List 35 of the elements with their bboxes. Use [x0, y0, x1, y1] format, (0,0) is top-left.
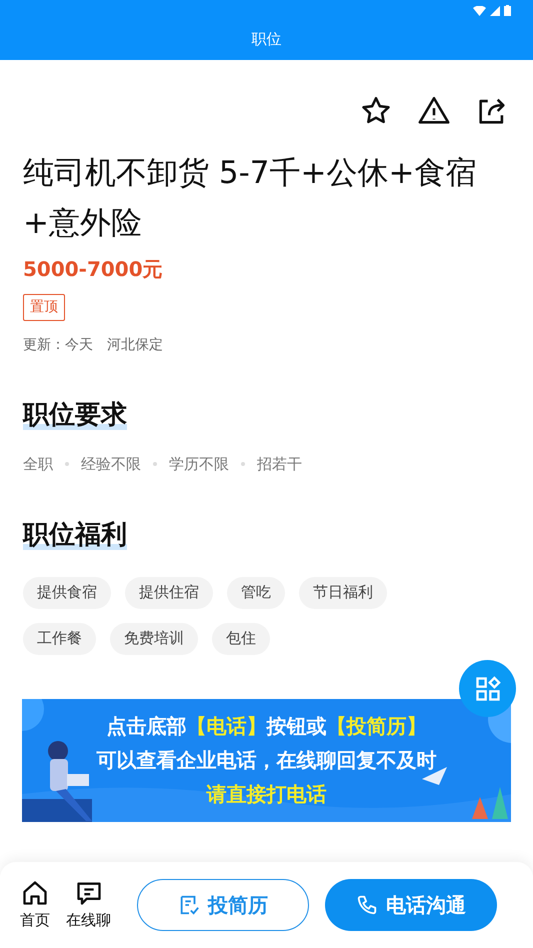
benefit-chip: 工作餐 — [23, 622, 96, 654]
nav-item[interactable]: 在线聊 — [66, 878, 111, 932]
resume-icon — [178, 894, 200, 916]
salary: 5000-7000元 — [23, 256, 164, 283]
banner-text: 点击底部 — [106, 713, 186, 740]
banner-text: 【电话】 — [186, 713, 266, 740]
benefit-chip: 管吃 — [227, 576, 285, 608]
benefit-chip: 免费培训 — [110, 622, 198, 654]
requirement: 经验不限 — [81, 454, 141, 475]
banner-text: 按钮或 — [266, 713, 326, 740]
requirement: 学历不限 — [169, 454, 229, 475]
requirement: 招若干 — [257, 454, 302, 475]
page-title: 职位 — [252, 28, 282, 50]
location: 河北保定 — [107, 336, 163, 355]
update-time: 更新：今天 — [23, 336, 93, 355]
section-heading: 职位要求 — [23, 400, 127, 430]
benefit-chip: 包住 — [212, 622, 270, 654]
benefit-chip: 提供食宿 — [23, 576, 111, 608]
section-heading: 职位福利 — [23, 520, 127, 550]
banner-text: 请直接打电话 — [206, 781, 326, 808]
benefit-chip: 提供住宿 — [125, 576, 213, 608]
banner-text: 可以查看企业电话，在线聊回复不及时 — [96, 747, 436, 774]
home-icon — [21, 878, 49, 907]
wifi-icon — [473, 6, 486, 16]
signal-icon — [490, 6, 500, 16]
plant-drawing — [472, 786, 508, 818]
banner-text: 【投简历】 — [326, 713, 426, 740]
requirement: 全职 — [23, 454, 53, 475]
nav-item[interactable]: 首页 — [20, 878, 50, 932]
benefit-chip: 节日福利 — [299, 576, 387, 608]
phone-icon — [356, 894, 378, 916]
grid-icon — [474, 674, 502, 702]
battery-icon — [504, 5, 511, 16]
job-title: 纯司机不卸货 5-7千+公休+食宿+意外险 — [23, 154, 478, 243]
pinned-tag: 置顶 — [23, 294, 65, 321]
